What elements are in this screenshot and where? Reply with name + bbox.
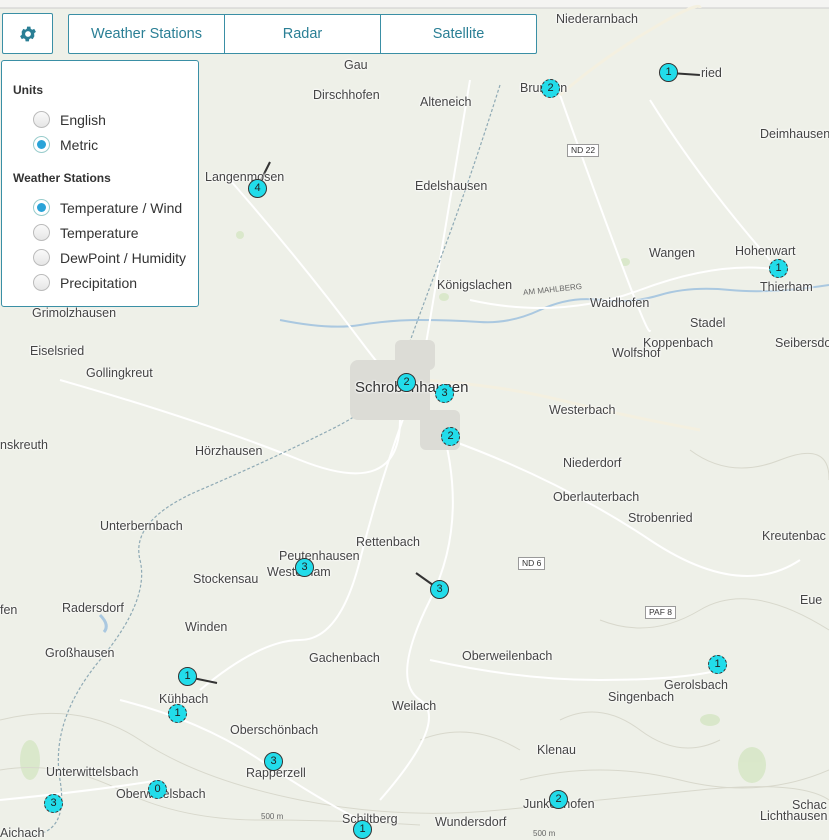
- road-shield: ND 22: [567, 144, 600, 157]
- place-label: Dirschhofen: [313, 88, 380, 102]
- place-label: Oberschönbach: [230, 723, 319, 737]
- place-label: Eue: [800, 593, 823, 607]
- place-label: Langenmosen: [205, 170, 285, 184]
- place-label: Lichthausen: [760, 809, 828, 823]
- road-shield: ND 6: [518, 557, 546, 570]
- station-marker[interactable]: 3: [430, 580, 449, 599]
- stations-option-dewpoint[interactable]: DewPoint / Humidity: [33, 249, 186, 266]
- radio-button[interactable]: [33, 111, 50, 128]
- place-label: Weilach: [392, 699, 437, 713]
- place-label: Oberweilenbach: [462, 649, 553, 663]
- stations-option-precipitation[interactable]: Precipitation: [33, 274, 137, 291]
- units-option-english[interactable]: English: [33, 111, 106, 128]
- place-label: Deimhausen: [760, 127, 829, 141]
- units-option-metric[interactable]: Metric: [33, 136, 98, 153]
- radio-button[interactable]: [33, 136, 50, 153]
- place-label: Seibersdo: [775, 336, 829, 350]
- place-label: Hohenwart: [735, 244, 796, 258]
- place-label: Kühbach: [159, 692, 209, 706]
- units-heading: Units: [13, 83, 43, 97]
- place-label: Gau: [344, 58, 368, 72]
- radio-button[interactable]: [33, 224, 50, 241]
- radio-button[interactable]: [33, 199, 50, 216]
- place-label: Unterbernbach: [100, 519, 183, 533]
- tab-satellite[interactable]: Satellite: [381, 15, 536, 53]
- station-marker[interactable]: 1: [178, 667, 197, 686]
- station-marker[interactable]: 1: [168, 704, 187, 723]
- option-label: Precipitation: [60, 274, 138, 291]
- station-marker[interactable]: 1: [353, 820, 372, 839]
- option-label: Temperature / Wind: [60, 199, 183, 216]
- place-label: Hörzhausen: [195, 444, 263, 458]
- place-label: Gachenbach: [309, 651, 380, 665]
- place-label: Stockensau: [193, 572, 259, 586]
- station-marker[interactable]: 3: [295, 558, 314, 577]
- tab-weather-stations[interactable]: Weather Stations: [69, 15, 225, 53]
- place-label: Rettenbach: [356, 535, 420, 549]
- place-label: Wolfshof: [612, 346, 661, 360]
- place-label: Stadel: [690, 316, 726, 330]
- place-label: Unterwittelsbach: [46, 765, 139, 779]
- place-label: Oberlauterbach: [553, 490, 640, 504]
- place-label: fen: [0, 603, 18, 617]
- station-marker[interactable]: 2: [441, 427, 460, 446]
- place-label: Strobenried: [628, 511, 693, 525]
- place-label: Klenau: [537, 743, 576, 757]
- place-label: Peutenhausen: [279, 549, 360, 563]
- stations-option-temp-wind[interactable]: Temperature / Wind: [33, 199, 182, 216]
- place-label: Gollingkreut: [86, 366, 153, 380]
- place-label: Großhausen: [45, 646, 115, 660]
- place-label: nskreuth: [0, 438, 48, 452]
- place-label: Winden: [185, 620, 228, 634]
- place-label: Westerbach: [549, 403, 616, 417]
- place-label: Waidhofen: [590, 296, 650, 310]
- place-label: Grimolzhausen: [32, 306, 117, 320]
- station-marker[interactable]: 1: [708, 655, 727, 674]
- place-label: Eiselsried: [30, 344, 85, 358]
- station-marker[interactable]: 2: [397, 373, 416, 392]
- station-marker[interactable]: 2: [549, 790, 568, 809]
- place-label: Alteneich: [420, 95, 472, 109]
- station-marker[interactable]: 1: [769, 259, 788, 278]
- station-marker[interactable]: 2: [541, 79, 560, 98]
- road-shield: PAF 8: [645, 606, 676, 619]
- place-label: Niederdorf: [563, 456, 622, 470]
- place-label: Kreutenbac: [762, 529, 826, 543]
- place-label: Singenbach: [608, 690, 675, 704]
- radio-button[interactable]: [33, 249, 50, 266]
- settings-panel: Units English Metric Weather Stations Te…: [1, 60, 199, 307]
- place-label: ried: [701, 66, 722, 80]
- radio-button[interactable]: [33, 274, 50, 291]
- option-label: Temperature: [60, 224, 139, 241]
- place-label: Aichach: [0, 826, 45, 840]
- station-marker[interactable]: 3: [264, 752, 283, 771]
- option-label: Metric: [60, 136, 99, 153]
- place-label: Thierham: [760, 280, 813, 294]
- station-marker[interactable]: 1: [659, 63, 678, 82]
- place-label: Königslachen: [437, 278, 513, 292]
- station-marker[interactable]: 3: [435, 384, 454, 403]
- layer-tabs: Weather Stations Radar Satellite: [68, 14, 537, 54]
- settings-button[interactable]: [2, 13, 53, 54]
- contour-label: 500 m: [261, 812, 284, 821]
- option-label: DewPoint / Humidity: [60, 249, 187, 266]
- stations-heading: Weather Stations: [13, 171, 111, 185]
- place-label: Wangen: [649, 246, 696, 260]
- place-label: Radersdorf: [62, 601, 124, 615]
- contour-label: 500 m: [533, 829, 556, 838]
- place-label: Wundersdorf: [435, 815, 507, 829]
- tab-radar[interactable]: Radar: [225, 15, 381, 53]
- station-marker[interactable]: 4: [248, 179, 267, 198]
- place-label: Niederarnbach: [556, 12, 638, 26]
- station-marker[interactable]: 3: [44, 794, 63, 813]
- station-marker[interactable]: 0: [148, 780, 167, 799]
- option-label: English: [60, 111, 106, 128]
- stations-option-temperature[interactable]: Temperature: [33, 224, 139, 241]
- gear-icon: [19, 26, 36, 41]
- place-label: Edelshausen: [415, 179, 488, 193]
